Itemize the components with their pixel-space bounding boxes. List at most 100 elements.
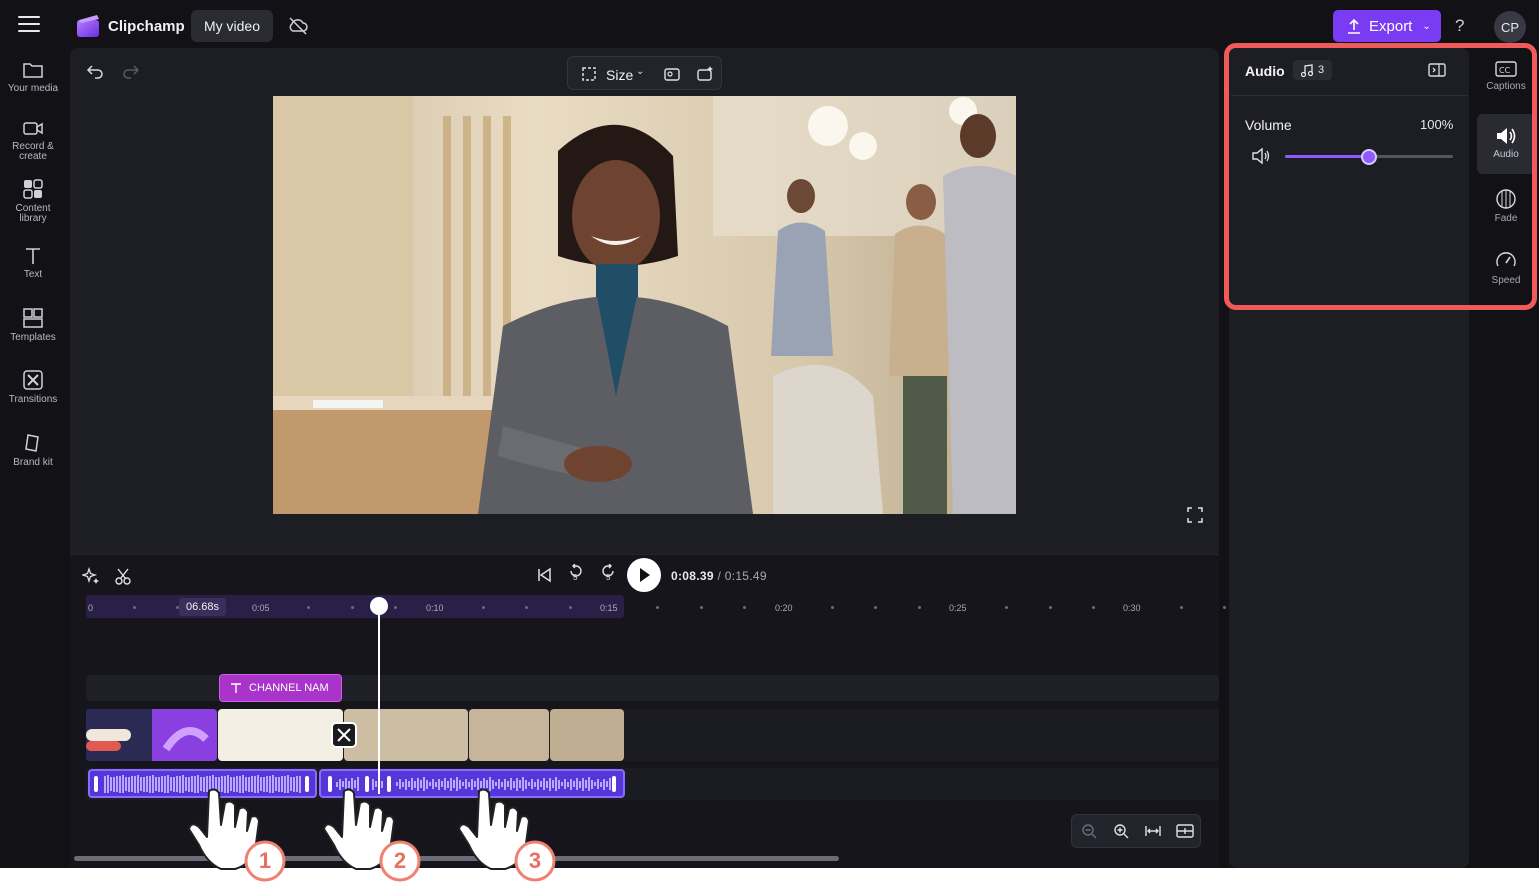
waveform-bar — [567, 781, 569, 787]
avatar[interactable]: CP — [1494, 11, 1526, 43]
waveform-bar — [164, 775, 166, 793]
video-clip-intro[interactable] — [86, 709, 217, 761]
step-number: 2 — [393, 848, 407, 873]
waveform-bar — [429, 782, 431, 786]
waveform-bar — [603, 778, 605, 790]
waveform-bar — [158, 776, 160, 792]
forward-5-button[interactable]: 5 — [598, 563, 618, 586]
rewind-5-button[interactable]: 5 — [566, 563, 586, 586]
waveform-bar — [140, 777, 142, 791]
waveform-bar — [600, 781, 602, 787]
ruler-tick — [699, 606, 703, 609]
library-icon — [23, 179, 43, 199]
ruler-label: 0:20 — [775, 603, 793, 613]
fullscreen-icon[interactable] — [1186, 506, 1204, 524]
nav-label: Your media — [7, 83, 59, 94]
transition-icon[interactable] — [331, 722, 357, 748]
video-clip-office-2[interactable] — [469, 709, 549, 761]
playhead-handle[interactable] — [370, 597, 388, 615]
undo-icon[interactable] — [86, 62, 104, 80]
nav-your-media[interactable]: Your media — [0, 60, 66, 94]
step-number: 3 — [528, 848, 542, 873]
nav-text[interactable]: Text — [0, 246, 66, 280]
text-clip[interactable]: CHANNEL NAM — [219, 674, 342, 702]
ruler-tick — [350, 606, 354, 609]
waveform-bar — [296, 776, 298, 792]
waveform-bar — [441, 781, 443, 787]
ruler-tick — [1179, 606, 1183, 609]
video-clip-title[interactable] — [218, 709, 343, 761]
nav-transitions[interactable]: Transitions — [0, 369, 66, 405]
zoom-out-icon[interactable] — [1081, 823, 1097, 839]
skip-to-start-icon[interactable] — [535, 566, 553, 584]
waveform-bar — [591, 779, 593, 789]
magic-sparkle-icon[interactable] — [82, 567, 100, 585]
hamburger-menu-icon[interactable] — [18, 16, 40, 36]
camera-icon — [23, 122, 43, 135]
zoom-controls — [1071, 814, 1201, 848]
waveform-bar — [444, 778, 446, 790]
play-button[interactable] — [627, 558, 661, 592]
background-replace-icon[interactable] — [663, 65, 681, 83]
waveform-bar — [447, 780, 449, 788]
waveform-bar — [564, 779, 566, 789]
trim-handle-left[interactable] — [94, 776, 98, 792]
size-dropdown[interactable]: Size — [606, 67, 633, 83]
export-button[interactable]: Export ⌄ — [1333, 10, 1441, 42]
app-name: Clipchamp — [108, 18, 185, 35]
waveform-bar — [152, 775, 154, 793]
video-clip-office-3[interactable] — [550, 709, 624, 761]
fit-timeline-icon[interactable] — [1144, 823, 1162, 839]
waveform-bar — [128, 776, 130, 792]
nav-brand-kit[interactable]: Brand kit — [0, 432, 66, 468]
waveform-bar — [450, 777, 452, 791]
timeline-ruler-selection[interactable] — [86, 595, 624, 618]
waveform-bar — [134, 775, 136, 793]
cloud-sync-off-icon[interactable] — [287, 16, 309, 36]
waveform-bar — [570, 778, 572, 790]
waveform-bar — [432, 779, 434, 789]
ruler-tick — [568, 606, 572, 609]
clip-duration-badge: 06.68s — [179, 598, 226, 616]
current-time: 0:08.39 — [671, 569, 714, 583]
video-clip-office-1[interactable] — [344, 709, 468, 761]
waveform-bar — [167, 775, 169, 793]
nav-label: Content library — [15, 203, 51, 224]
ruler-tick — [917, 606, 921, 609]
waveform-bar — [576, 778, 578, 790]
waveform-bar — [104, 775, 106, 793]
scissors-icon[interactable] — [114, 567, 132, 585]
waveform-bar — [588, 777, 590, 791]
nav-record-create[interactable]: Record & create — [0, 118, 66, 162]
waveform-bar — [137, 775, 139, 793]
ruler-tick — [1048, 606, 1052, 609]
project-title-button[interactable]: My video — [191, 10, 273, 42]
waveform-bar — [606, 781, 608, 787]
trim-handle-right[interactable] — [305, 776, 309, 792]
nav-content-library[interactable]: Content library — [0, 178, 66, 224]
waveform-bar — [146, 776, 148, 792]
redo-icon[interactable] — [122, 62, 140, 80]
help-button[interactable]: ? — [1455, 16, 1464, 36]
video-preview-frame[interactable] — [273, 96, 1016, 514]
waveform-bar — [293, 776, 295, 792]
rewind-seconds: 5 — [573, 573, 578, 582]
nav-templates[interactable]: Templates — [0, 307, 66, 343]
trim-handle-right[interactable] — [612, 776, 616, 792]
forward-seconds: 5 — [606, 573, 611, 582]
ruler-tick — [1223, 606, 1227, 609]
play-icon — [640, 568, 650, 582]
zoom-in-icon[interactable] — [1113, 823, 1129, 839]
waveform-bar — [579, 780, 581, 788]
ruler-label: 0:30 — [1123, 603, 1141, 613]
transition-glyph — [337, 728, 351, 742]
waveform-bar — [176, 776, 178, 792]
total-duration: / 0:15.49 — [717, 569, 767, 583]
ruler-label: 0:15 — [600, 603, 618, 613]
timeline-layout-icon[interactable] — [1176, 823, 1194, 839]
timecode-display: 0:08.39 / 0:15.49 — [671, 569, 767, 583]
waveform-bar — [290, 777, 292, 791]
crop-frame-icon[interactable] — [581, 66, 597, 82]
ai-effects-icon[interactable] — [696, 65, 714, 83]
step-number: 1 — [258, 848, 272, 873]
